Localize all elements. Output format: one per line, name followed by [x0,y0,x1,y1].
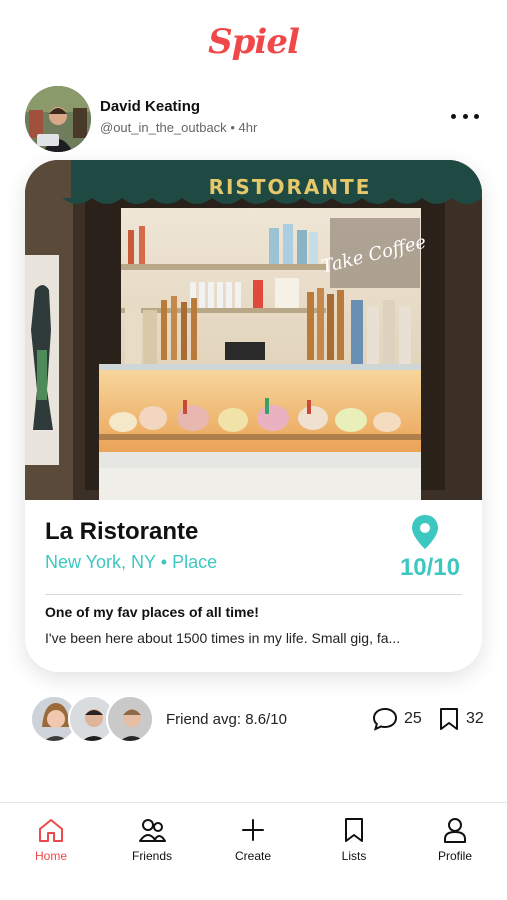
nav-label: Home [34,849,67,863]
more-options-button[interactable] [451,104,479,128]
plus-icon [242,819,264,841]
comments-button[interactable]: 25 [372,707,422,731]
divider [45,594,462,595]
place-type: Place [172,552,218,572]
app-logo-text: Spiel [208,22,300,62]
comment-icon [372,707,398,731]
author-name[interactable]: David Keating [100,98,200,115]
saves-button[interactable]: 32 [438,707,484,731]
save-count: 32 [466,710,484,727]
home-icon [39,819,63,842]
nav-friends[interactable]: Friends [112,817,192,863]
rating-score: 10/10 [399,554,460,581]
friends-icon [139,819,166,842]
bottom-nav: Home Friends Create Lists Profile [0,802,507,900]
person-icon [444,818,466,843]
review-body[interactable]: I've been here about 1500 times in my li… [45,630,465,646]
nav-create[interactable]: Create [213,817,293,863]
more-dot-icon [451,113,456,119]
more-dot-icon [462,113,468,119]
place-location[interactable]: New York, NY [45,552,156,572]
author-handle[interactable]: @out_in_the_outback [100,120,227,135]
nav-label: Friends [131,849,172,863]
nav-home[interactable]: Home [11,817,91,863]
place-name[interactable]: La Ristorante [45,518,198,546]
bookmark-icon [440,708,458,730]
place-photo[interactable]: Take Coffee RISTORANTE [25,160,482,500]
author-meta: @out_in_the_outback • 4hr [100,120,257,135]
author-avatar[interactable] [25,86,91,152]
meta-separator: • [230,120,235,135]
friend-avatar[interactable] [106,695,154,743]
more-dot-icon [474,113,479,119]
nav-label: Create [234,849,272,863]
awning-sign-text: RISTORANTE [209,175,372,199]
post-card[interactable]: Take Coffee RISTORANTE La Ristorante New… [25,160,482,672]
location-pin-icon[interactable] [410,514,440,550]
bookmark-icon [345,818,363,842]
nav-lists[interactable]: Lists [314,817,394,863]
friend-average: Friend avg: 8.6/10 [166,711,287,728]
nav-label: Profile [437,849,472,863]
nav-profile[interactable]: Profile [415,817,495,863]
place-details: La Ristorante New York, NY • Place 10/10… [25,500,482,672]
nav-label: Lists [341,849,367,863]
comment-count: 25 [404,710,422,727]
social-row: Friend avg: 8.6/10 25 32 [30,693,487,749]
place-meta: New York, NY • Place [45,552,218,572]
review-title: One of my fav places of all time! [45,604,259,620]
app-logo: Spiel [0,22,507,62]
post-header: David Keating @out_in_the_outback • 4hr [25,86,485,152]
post-time: 4hr [238,120,258,135]
